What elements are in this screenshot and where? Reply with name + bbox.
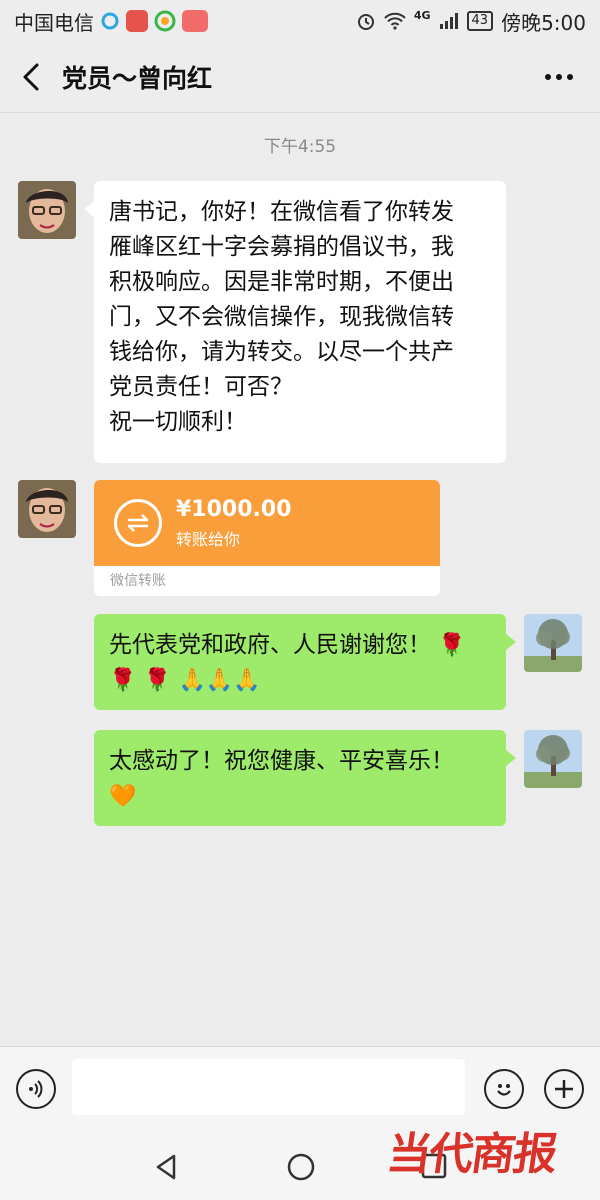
qq-icon <box>101 12 119 30</box>
message-text-line: 党员责任！可否？ <box>109 374 293 400</box>
transfer-footer: 微信转账 <box>110 573 166 589</box>
message-text-line: 祝一切顺利！ <box>109 409 247 435</box>
browser-icon <box>154 10 176 32</box>
huawei-app-icon <box>182 10 208 32</box>
message-bubble-3[interactable]: 先代表党和政府、人民谢谢您！ 🌹 🌹 🌹 🙏🙏🙏 <box>94 614 516 710</box>
message-text-line: 雁峰区红十字会募捐的倡议书，我 <box>109 234 454 260</box>
rose-emoji: 🌹 <box>109 668 137 693</box>
transfer-card[interactable]: ¥1000.00 转账给你 微信转账 <box>94 480 440 596</box>
back-arrow-icon[interactable] <box>0 42 62 112</box>
clock-label: 傍晚5:00 <box>501 10 586 35</box>
message-text: 先代表党和政府、人民谢谢您！ <box>109 632 431 658</box>
chat-header: 党员～曾向红 <box>0 42 600 113</box>
watermark-logo: 当代商报 <box>383 1129 559 1180</box>
page-title: 党员～曾向红 <box>62 64 213 93</box>
message-bubble-4[interactable]: 太感动了！祝您健康、平安喜乐！ 🧡 <box>94 730 516 826</box>
more-dots-icon[interactable] <box>544 62 574 99</box>
smiley-icon[interactable] <box>484 1069 524 1109</box>
avatar[interactable] <box>524 614 582 672</box>
weibo-icon <box>126 10 148 32</box>
avatar[interactable] <box>524 730 582 788</box>
rose-emoji: 🌹 <box>143 668 172 693</box>
alarm-icon <box>357 14 374 30</box>
message-text-line: 钱给你，请为转交。以尽一个共产 <box>109 339 454 365</box>
chat-timestamp: 下午4:55 <box>263 137 337 157</box>
network-label: 4G <box>413 8 431 22</box>
pray-emoji: 🙏 <box>178 668 206 693</box>
nav-home-icon[interactable] <box>285 1151 317 1183</box>
status-bar: 中国电信 4G 43 傍晚5:00 <box>0 0 600 42</box>
pray-emoji: 🙏 <box>205 668 234 693</box>
transfer-amount: ¥1000.00 <box>176 496 292 522</box>
transfer-arrows-icon <box>114 499 162 547</box>
pray-emoji: 🙏 <box>233 668 261 693</box>
signal-icon <box>439 13 458 29</box>
message-text-line: 积极响应。因是非常时期，不便出 <box>109 269 454 295</box>
message-bubble-1[interactable]: 唐书记，你好！在微信看了你转发 雁峰区红十字会募捐的倡议书，我 积极响应。因是非… <box>84 181 506 463</box>
plus-icon[interactable] <box>544 1069 584 1109</box>
rose-emoji: 🌹 <box>438 633 466 658</box>
message-text: 太感动了！祝您健康、平安喜乐！ <box>109 748 454 774</box>
avatar[interactable] <box>18 480 76 538</box>
wifi-icon <box>384 12 406 30</box>
battery-icon: 43 <box>466 11 494 31</box>
nav-back-icon[interactable] <box>152 1152 182 1182</box>
message-input[interactable] <box>72 1059 465 1115</box>
avatar[interactable] <box>18 181 76 239</box>
voice-icon[interactable] <box>16 1069 56 1109</box>
orange-heart-emoji: 🧡 <box>109 784 137 809</box>
carrier-label: 中国电信 <box>14 10 94 35</box>
message-text-line: 唐书记，你好！在微信看了你转发 <box>109 199 454 225</box>
message-text-line: 门，又不会微信操作，现我微信转 <box>109 304 454 330</box>
transfer-label: 转账给你 <box>176 529 241 549</box>
